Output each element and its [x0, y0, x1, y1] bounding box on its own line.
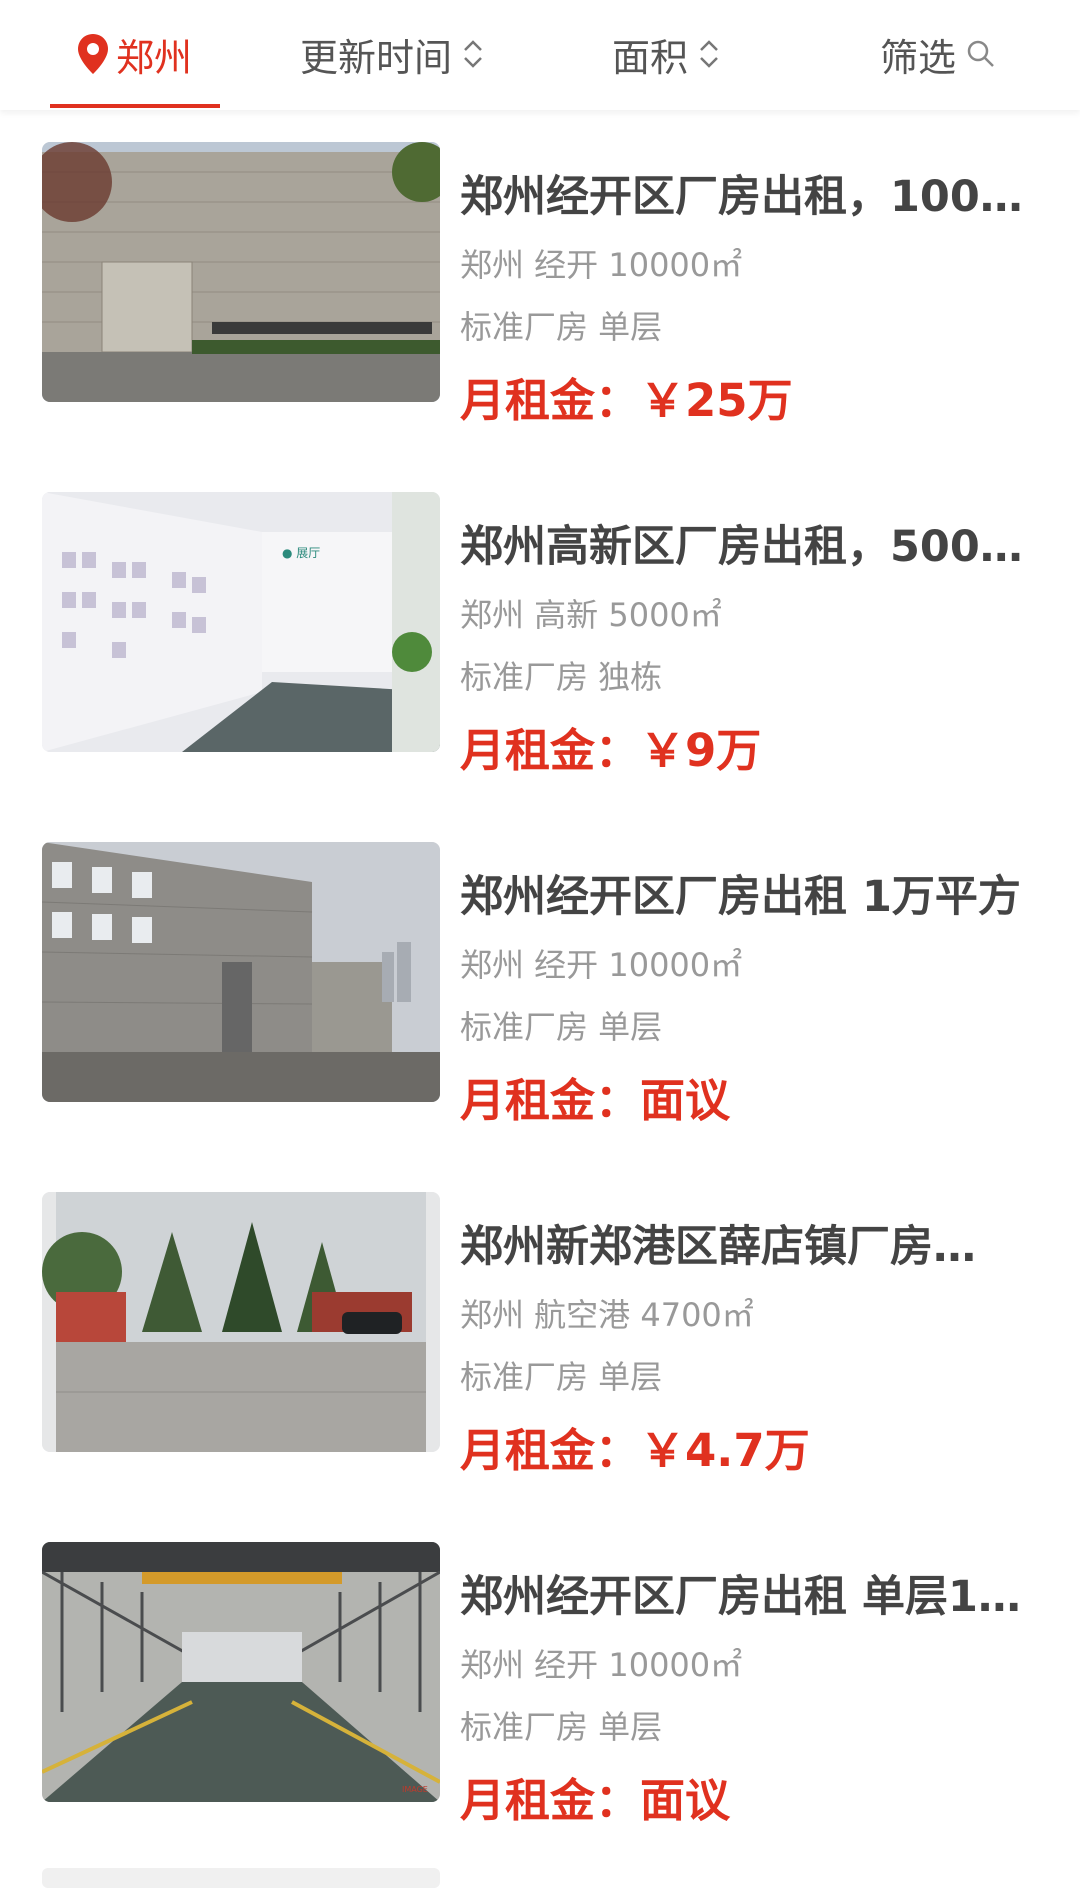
listing-location: 郑州 经开 10000㎡: [460, 946, 743, 984]
sort-arrows-icon: [464, 40, 482, 68]
listing-card[interactable]: ● 展厅 郑州高新区厂房出租，500… 郑州 高新 5000㎡ 标准厂房 独栋 …: [0, 492, 1080, 822]
listing-photo: [42, 142, 440, 402]
listing-type: 标准厂房 单层: [460, 308, 663, 346]
listing-type: 标准厂房 单层: [460, 1008, 663, 1046]
listing-card[interactable]: IMAGE 郑州经开区厂房出租 单层1… 郑州 经开 10000㎡ 标准厂房 单…: [0, 1542, 1080, 1872]
location-pin-icon: [78, 34, 108, 74]
listing-price: 月租金：面议: [460, 1774, 731, 1827]
listing-location: 郑州 经开 10000㎡: [460, 246, 743, 284]
listing-price: 月租金：￥25万: [460, 374, 793, 427]
listing-card[interactable]: 郑州新郑港区薛店镇厂房… 郑州 航空港 4700㎡ 标准厂房 单层 月租金：￥4…: [0, 1192, 1080, 1522]
listing-photo: IMAGE: [42, 1542, 440, 1802]
listing-photo: ● 展厅: [42, 492, 440, 752]
listing-price: 月租金：￥4.7万: [460, 1424, 810, 1477]
listing-title: 郑州经开区厂房出租 单层1…: [460, 1572, 1021, 1622]
filter-button[interactable]: 筛选: [880, 28, 996, 80]
listing-card[interactable]: 郑州经开区厂房出租，100… 郑州 经开 10000㎡ 标准厂房 单层 月租金：…: [0, 142, 1080, 472]
svg-text:● 展厅: ● 展厅: [282, 546, 320, 560]
area-sort[interactable]: 面积: [612, 28, 720, 80]
listing-type: 标准厂房 单层: [460, 1358, 663, 1396]
listing-location: 郑州 高新 5000㎡: [460, 596, 722, 634]
listing-price: 月租金：面议: [460, 1074, 731, 1127]
city-filter-label: 郑州: [116, 35, 193, 80]
city-filter[interactable]: 郑州: [76, 28, 192, 80]
listing-title: 郑州新郑港区薛店镇厂房…: [460, 1222, 976, 1272]
listing-title: 郑州经开区厂房出租 1万平方: [460, 872, 1021, 922]
update-time-label: 更新时间: [300, 35, 453, 80]
next-listing-peek: [42, 1868, 440, 1888]
listing-photo: [42, 842, 440, 1102]
update-time-sort[interactable]: 更新时间: [300, 28, 484, 80]
filter-bar: 郑州 更新时间 面积 筛选: [0, 0, 1080, 110]
listing-price: 月租金：￥9万: [460, 724, 762, 777]
listing-title: 郑州高新区厂房出租，500…: [460, 522, 1023, 572]
svg-text:IMAGE: IMAGE: [402, 1785, 428, 1794]
sort-arrows-icon: [700, 40, 718, 68]
filter-label: 筛选: [880, 35, 957, 80]
active-tab-underline: [50, 104, 220, 108]
listing-photo: [42, 1192, 440, 1452]
area-sort-label: 面积: [612, 35, 689, 80]
listing-location: 郑州 航空港 4700㎡: [460, 1296, 754, 1334]
listing-card[interactable]: 郑州经开区厂房出租 1万平方 郑州 经开 10000㎡ 标准厂房 单层 月租金：…: [0, 842, 1080, 1172]
search-icon: [967, 40, 994, 67]
listing-type: 标准厂房 独栋: [460, 658, 663, 696]
listing-location: 郑州 经开 10000㎡: [460, 1646, 743, 1684]
listing-type: 标准厂房 单层: [460, 1708, 663, 1746]
listing-title: 郑州经开区厂房出租，100…: [460, 172, 1023, 222]
